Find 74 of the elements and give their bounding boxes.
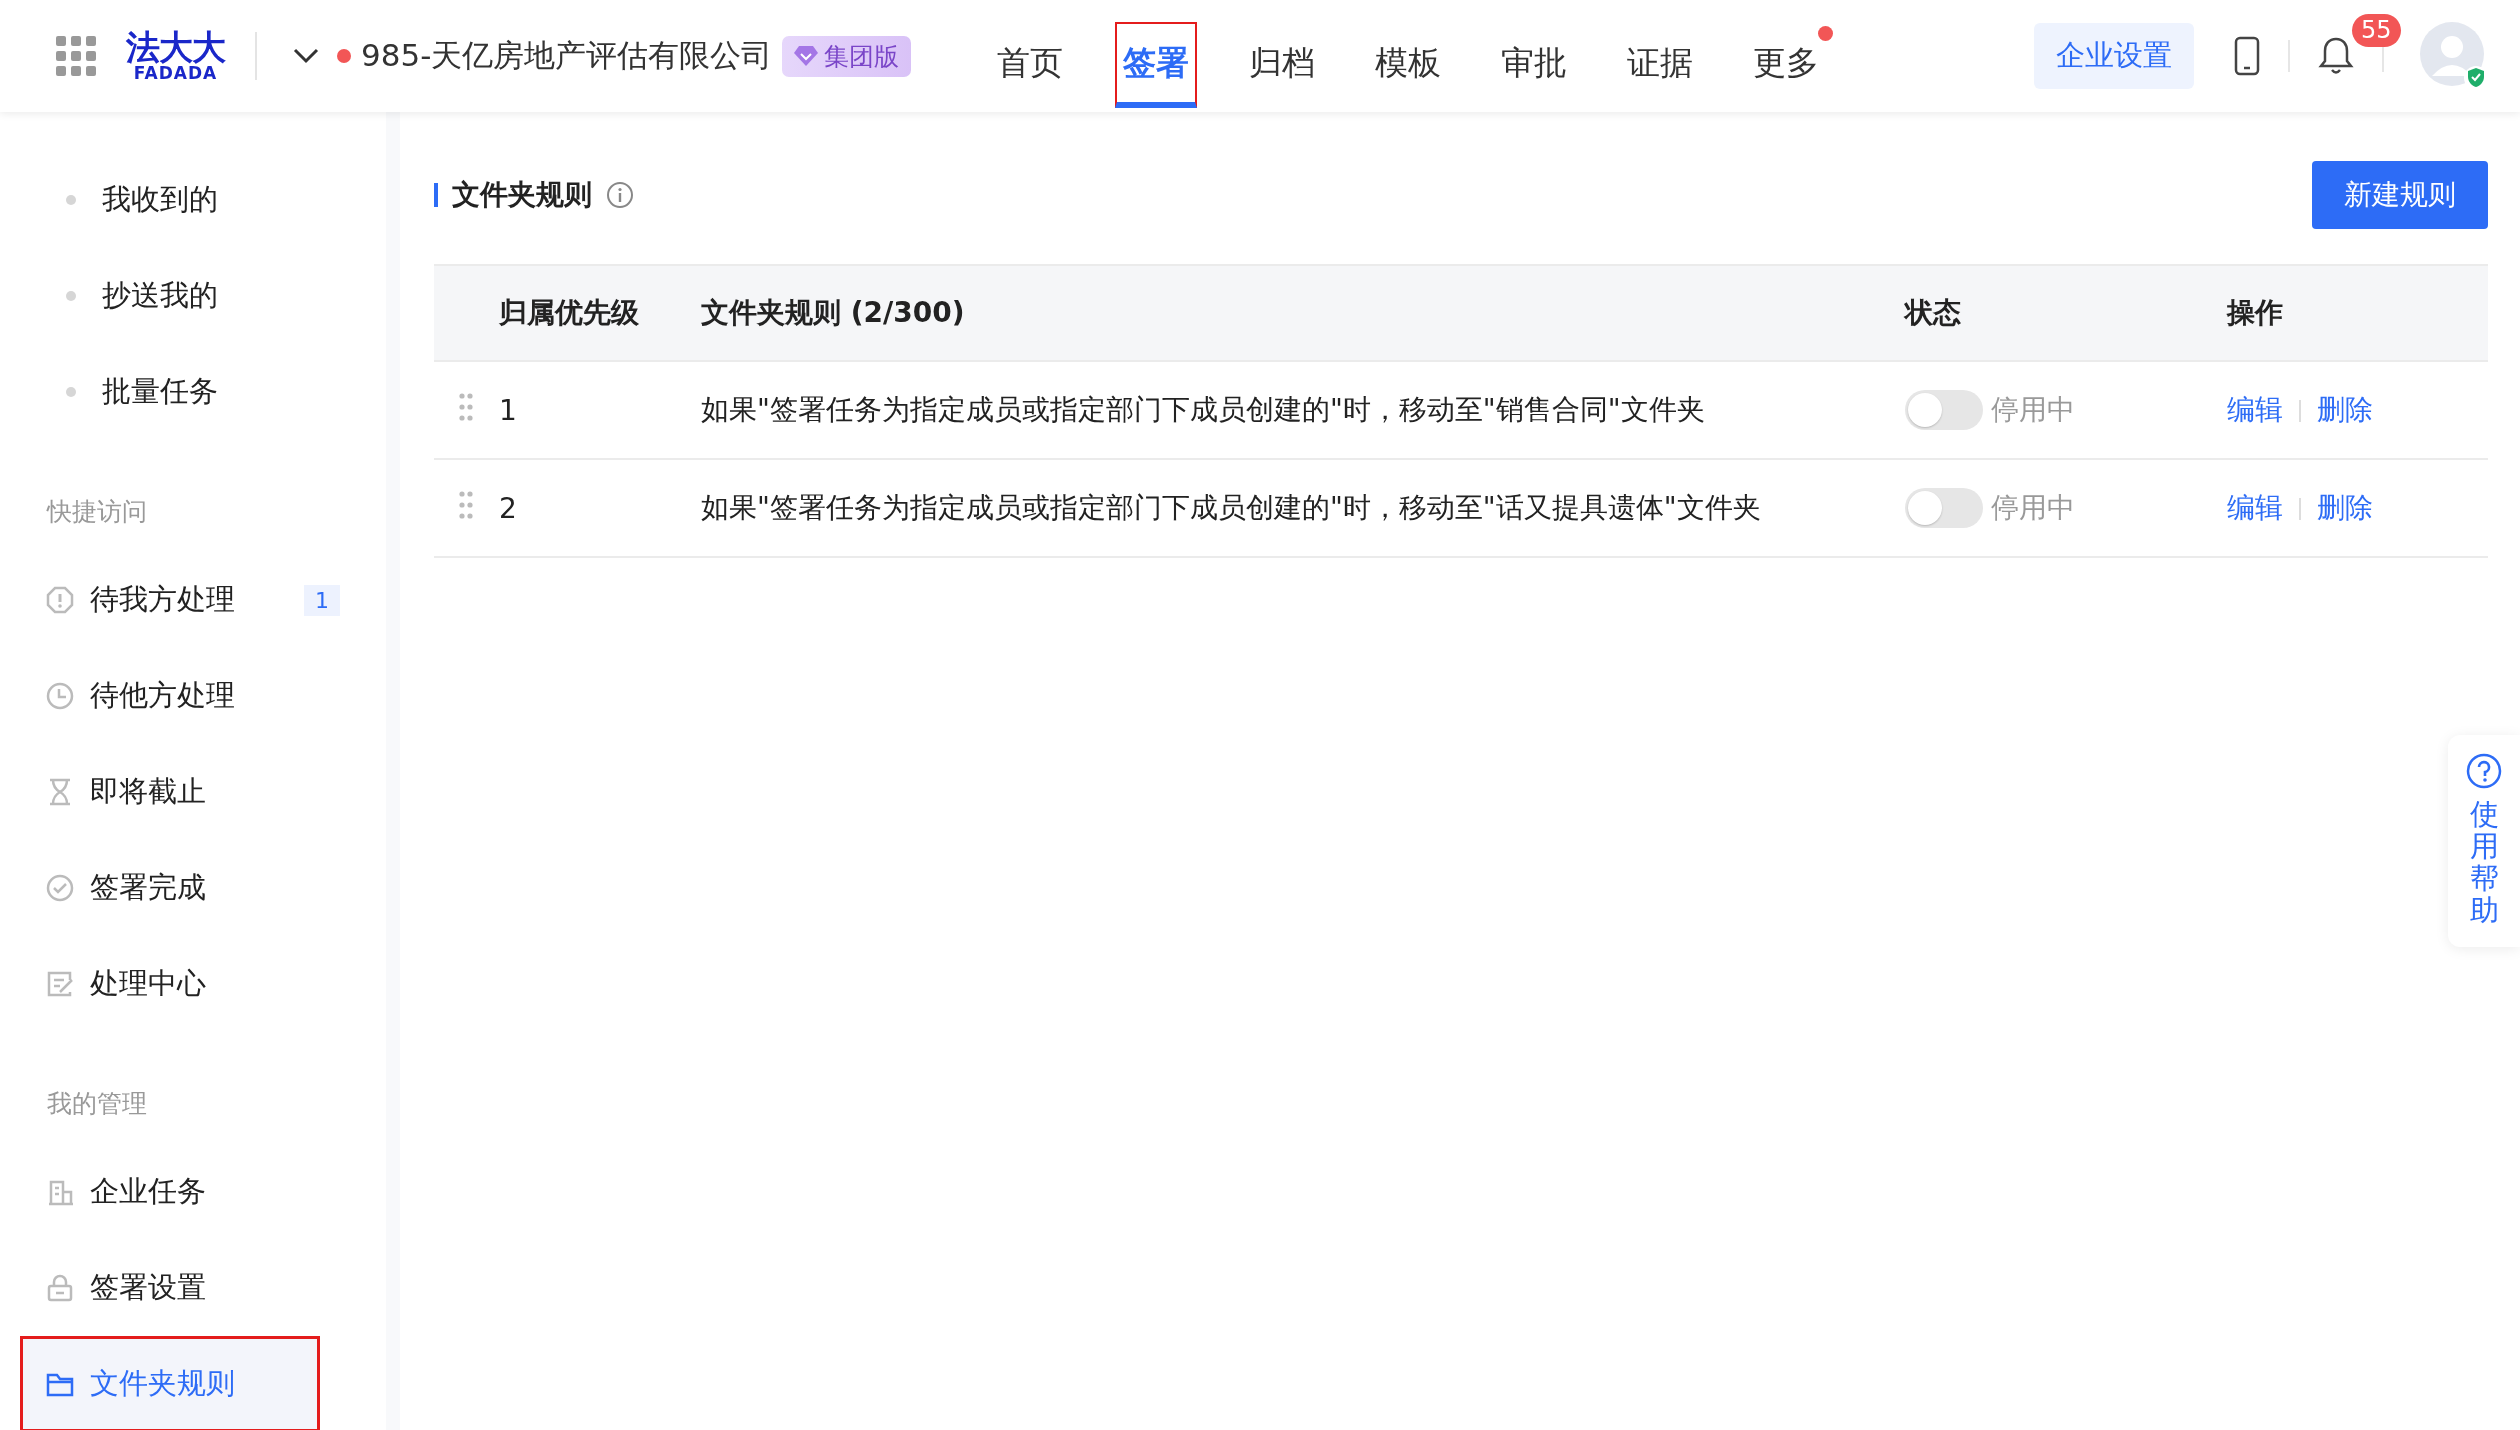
sidebar-item-label: 签署完成 [90, 869, 206, 906]
diamond-icon [794, 45, 819, 67]
alert-icon [46, 586, 74, 614]
sidebar-item[interactable]: 企业任务 [0, 1144, 380, 1240]
sidebar-item-label: 批量任务 [102, 373, 218, 410]
table-cell: 如果"签署任务为指定成员或指定部门下成员创建的"时，移动至"话又提具遗体"文件夹 [700, 459, 1904, 557]
bell-icon[interactable] [2318, 36, 2354, 76]
lock-icon [46, 1274, 74, 1302]
action-link[interactable]: 删除 [2317, 391, 2373, 429]
plan-badge: 集团版 [782, 35, 912, 77]
sidebar-item-label: 处理中心 [90, 965, 206, 1002]
sidebar-item[interactable]: 签署设置 [0, 1240, 380, 1336]
sidebar-item-label: 抄送我的 [102, 277, 218, 314]
drag-handle-icon[interactable] [459, 489, 473, 520]
bullet-icon [66, 291, 76, 301]
bullet-icon [66, 387, 76, 397]
sidebar-item-label: 企业任务 [90, 1173, 206, 1210]
action-link[interactable]: 编辑 [2227, 489, 2283, 527]
nav-tab[interactable]: 审批 [1493, 22, 1576, 108]
nav-tab[interactable]: 首页 [989, 22, 1072, 108]
nav-tab[interactable]: 归档 [1241, 22, 1324, 108]
building-icon [46, 1178, 74, 1206]
nav-tab[interactable]: 证据 [1619, 22, 1702, 108]
sidebar-item-label: 文件夹规则 [90, 1365, 235, 1402]
sidebar-item-label: 待我方处理 [90, 581, 235, 618]
status-dot-icon [337, 49, 351, 63]
action-link[interactable]: 编辑 [2227, 391, 2283, 429]
count-badge: 1 [304, 584, 340, 616]
info-icon [606, 181, 634, 209]
column-header: 状态 [1904, 265, 2226, 361]
status-text: 停用中 [1991, 491, 2075, 524]
logo[interactable]: 法大大 FADADA [126, 30, 225, 82]
chevron-down-icon[interactable] [293, 48, 319, 64]
nav-tab[interactable]: 更多 [1745, 22, 1828, 108]
sidebar-item[interactable]: 即将截止 [0, 744, 380, 840]
sidebar-item[interactable]: 抄送我的 [0, 248, 380, 344]
sidebar-item[interactable]: 我收到的 [0, 152, 380, 248]
table-cell: 2 [498, 459, 700, 557]
sidebar-item-label: 签署设置 [90, 1269, 206, 1306]
company-name[interactable]: 985-天亿房地产评估有限公司 [361, 35, 773, 77]
help-icon [2466, 753, 2502, 789]
table-cell: 1 [498, 361, 700, 459]
status-text: 停用中 [1991, 393, 2075, 426]
check-circle-icon [46, 874, 74, 902]
notification-count: 55 [2352, 14, 2401, 47]
section-heading: 我的管理 [46, 1088, 148, 1120]
edit-icon [46, 970, 74, 998]
sidebar-item[interactable]: 待他方处理 [0, 648, 380, 744]
sidebar-item[interactable]: 文件夹规则 [20, 1336, 320, 1430]
enterprise-settings-button[interactable]: 企业设置 [2034, 23, 2194, 89]
sidebar-item[interactable]: 待我方处理 1 [0, 552, 380, 648]
sidebar-item[interactable]: 处理中心 [0, 936, 380, 1032]
column-header: 文件夹规则 (2/300) [700, 265, 1904, 361]
toggle-switch[interactable] [1905, 488, 1983, 528]
column-header: 操作 [2226, 265, 2488, 361]
apps-menu-icon[interactable] [56, 36, 96, 76]
drag-handle-icon[interactable] [459, 391, 473, 422]
new-rule-button[interactable]: 新建规则 [2312, 161, 2488, 229]
sidebar-item[interactable]: 签署完成 [0, 840, 380, 936]
page-title: 文件夹规则 [452, 177, 592, 213]
help-button[interactable]: 使用帮助 [2466, 753, 2502, 927]
nav-tab[interactable]: 模板 [1367, 22, 1450, 108]
column-header: 归属优先级 [498, 265, 700, 361]
sidebar-item-label: 我收到的 [102, 181, 218, 218]
phone-icon[interactable] [2234, 36, 2260, 76]
table-cell: 如果"签署任务为指定成员或指定部门下成员创建的"时，移动至"销售合同"文件夹 [700, 361, 1904, 459]
bullet-icon [66, 195, 76, 205]
clock-icon [46, 682, 74, 710]
sidebar-item[interactable]: 批量任务 [0, 344, 380, 440]
toggle-switch[interactable] [1905, 390, 1983, 430]
sidebar-item-label: 即将截止 [90, 773, 206, 810]
action-link[interactable]: 删除 [2317, 489, 2373, 527]
section-heading: 快捷访问 [45, 496, 148, 528]
sidebar-item-label: 待他方处理 [90, 677, 235, 714]
